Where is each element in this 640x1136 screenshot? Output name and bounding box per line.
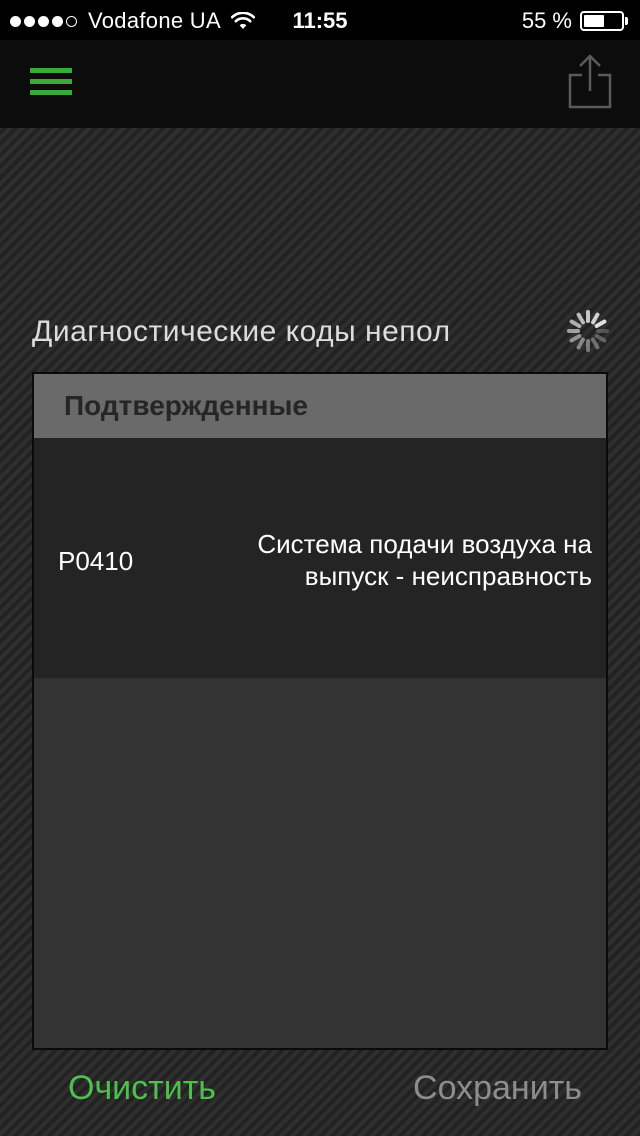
spinner-spoke xyxy=(569,334,582,343)
codes-panel: Подтвержденные P0410 Система подачи возд… xyxy=(32,372,608,1050)
code-description: Система подачи воздуха на выпуск - неисп… xyxy=(257,529,592,591)
share-icon[interactable] xyxy=(566,53,614,109)
battery-icon xyxy=(580,11,624,31)
wifi-icon xyxy=(230,12,255,29)
spinner-spoke xyxy=(576,337,585,350)
spinner-spoke xyxy=(576,312,585,325)
panel-header: Подтвержденные xyxy=(34,374,606,438)
menu-line xyxy=(30,68,72,73)
nav-bar xyxy=(0,40,640,128)
signal-dot xyxy=(10,15,21,27)
save-button[interactable]: Сохранить xyxy=(413,1066,582,1110)
carrier-name: Vodafone UA xyxy=(88,8,221,33)
status-bar: Vodafone UA 11:55 55 % xyxy=(0,0,640,40)
hamburger-menu-icon[interactable] xyxy=(30,68,74,98)
signal-dot xyxy=(38,15,49,27)
signal-dot-empty xyxy=(66,15,77,27)
spinner-spoke xyxy=(594,319,607,328)
spinner-spoke xyxy=(591,312,600,325)
status-right: 55 % xyxy=(522,6,628,36)
code-id: P0410 xyxy=(58,546,134,576)
signal-dot xyxy=(52,15,63,27)
battery-percent: 55 % xyxy=(521,8,572,33)
spinner-icon xyxy=(567,310,609,352)
section-title: Диагностические коды непол xyxy=(32,315,451,348)
battery-fill xyxy=(584,15,604,27)
panel-empty-area xyxy=(34,678,606,1048)
menu-line xyxy=(30,90,72,95)
spinner-spoke xyxy=(591,337,600,350)
signal-dot xyxy=(24,15,35,27)
status-left: Vodafone UA xyxy=(10,6,255,36)
code-row[interactable]: P0410 Система подачи воздуха на выпуск -… xyxy=(34,438,606,678)
spinner-spoke xyxy=(569,319,582,328)
spinner-spoke xyxy=(594,334,607,343)
signal-strength-icon xyxy=(10,15,80,27)
battery-tip xyxy=(625,17,628,25)
clear-button[interactable]: Очистить xyxy=(68,1066,216,1110)
menu-line xyxy=(30,79,72,84)
